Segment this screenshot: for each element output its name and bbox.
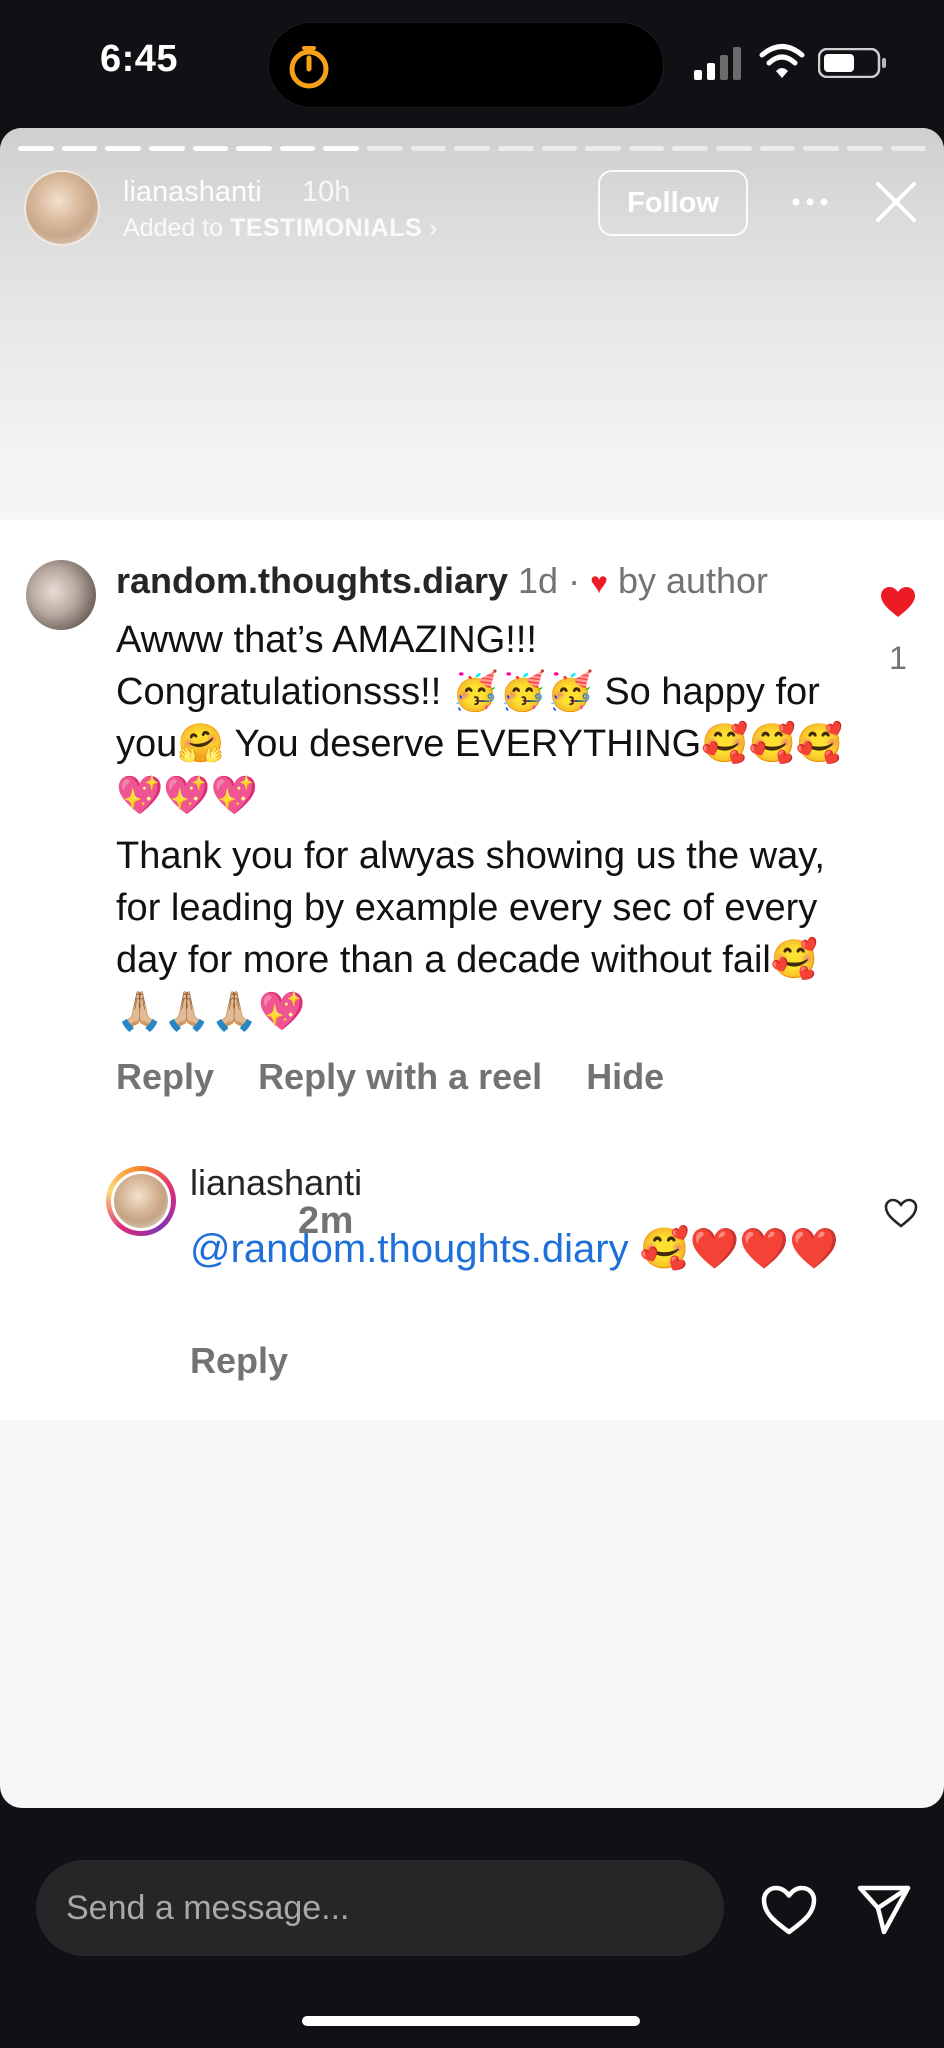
battery-icon [818, 48, 886, 78]
progress-segment [803, 146, 839, 151]
progress-segment [585, 146, 621, 151]
progress-segment [497, 146, 534, 151]
progress-segment [759, 146, 796, 151]
progress-segment [148, 146, 185, 151]
progress-segment [192, 146, 229, 151]
progress-segment [410, 146, 447, 151]
comment-text: Awww that’s AMAZING!!! Congratulationsss… [116, 614, 856, 1038]
comment-like-count: 1 [889, 640, 907, 676]
comment-paragraph: Thank you for alwyas showing us the way,… [116, 835, 825, 1033]
progress-segment [541, 146, 578, 151]
reply-mention[interactable]: @random.thoughts.diary [190, 1227, 629, 1271]
comment-separator: · [568, 560, 581, 601]
reply-header: lianashanti 2m [190, 1162, 362, 1242]
commenter-avatar[interactable] [26, 560, 96, 630]
close-icon[interactable] [872, 178, 920, 226]
reply-emojis: 🥰❤️❤️❤️ [628, 1227, 839, 1271]
chevron-right-icon: › [429, 214, 438, 242]
reply-with-reel-button[interactable]: Reply with a reel [258, 1056, 542, 1097]
progress-segment [323, 146, 359, 151]
story-time: 10h [302, 176, 351, 208]
story-header: lianashanti 10h Added to TESTIMONIALS › … [0, 168, 944, 258]
progress-segment [18, 146, 54, 151]
comment-username[interactable]: random.thoughts.diary [116, 560, 508, 601]
more-options-icon[interactable] [790, 190, 830, 214]
follow-button[interactable]: Follow [598, 170, 748, 236]
highlight-name: TESTIMONIALS [230, 214, 423, 242]
progress-segment [367, 146, 403, 151]
timer-icon [289, 46, 329, 89]
story-username[interactable]: lianashanti [123, 176, 262, 209]
send-paper-plane-icon[interactable] [856, 1880, 912, 1936]
progress-segment [279, 146, 316, 151]
highlight-link[interactable]: Added to TESTIMONIALS › [123, 214, 437, 243]
progress-segment [628, 146, 665, 151]
wifi-icon [759, 44, 805, 78]
heart-icon: ♥ [590, 567, 608, 600]
highlight-prefix: Added to [123, 214, 224, 242]
reply-avatar[interactable] [111, 1171, 171, 1231]
progress-segment [716, 146, 752, 151]
story-progress-bar [18, 146, 927, 151]
comment-like-heart-icon[interactable] [880, 586, 916, 618]
signal-icon [694, 47, 741, 80]
home-indicator[interactable] [302, 2016, 640, 2026]
reply-button[interactable]: Reply [116, 1056, 214, 1097]
reply-like-heart-icon[interactable] [884, 1198, 918, 1228]
comment-paragraph: Awww that’s AMAZING!!! Congratulationsss… [116, 619, 844, 817]
comment-actions: Reply Reply with a reel Hide [116, 1056, 698, 1098]
progress-segment [454, 146, 490, 151]
like-story-heart-icon[interactable] [760, 1884, 818, 1936]
reply-username[interactable]: lianashanti [190, 1162, 362, 1203]
progress-segment [890, 146, 927, 151]
hide-button[interactable]: Hide [586, 1056, 664, 1097]
send-message-input[interactable]: Send a message... [36, 1860, 724, 1956]
progress-segment [236, 146, 272, 151]
reply-reply-button[interactable]: Reply [190, 1340, 288, 1382]
progress-segment [846, 146, 883, 151]
comment-time: 1d [518, 560, 559, 601]
status-bar: 6:45 [0, 0, 944, 128]
avatar[interactable] [24, 170, 100, 246]
progress-segment [61, 146, 98, 151]
reply-text: @random.thoughts.diary 🥰❤️❤️❤️ [190, 1222, 850, 1276]
progress-segment [672, 146, 708, 151]
progress-segment [105, 146, 141, 151]
status-time: 6:45 [100, 38, 179, 80]
comment-header: random.thoughts.diary 1d · ♥ by author [116, 560, 768, 602]
liked-by-author: by author [617, 560, 769, 601]
